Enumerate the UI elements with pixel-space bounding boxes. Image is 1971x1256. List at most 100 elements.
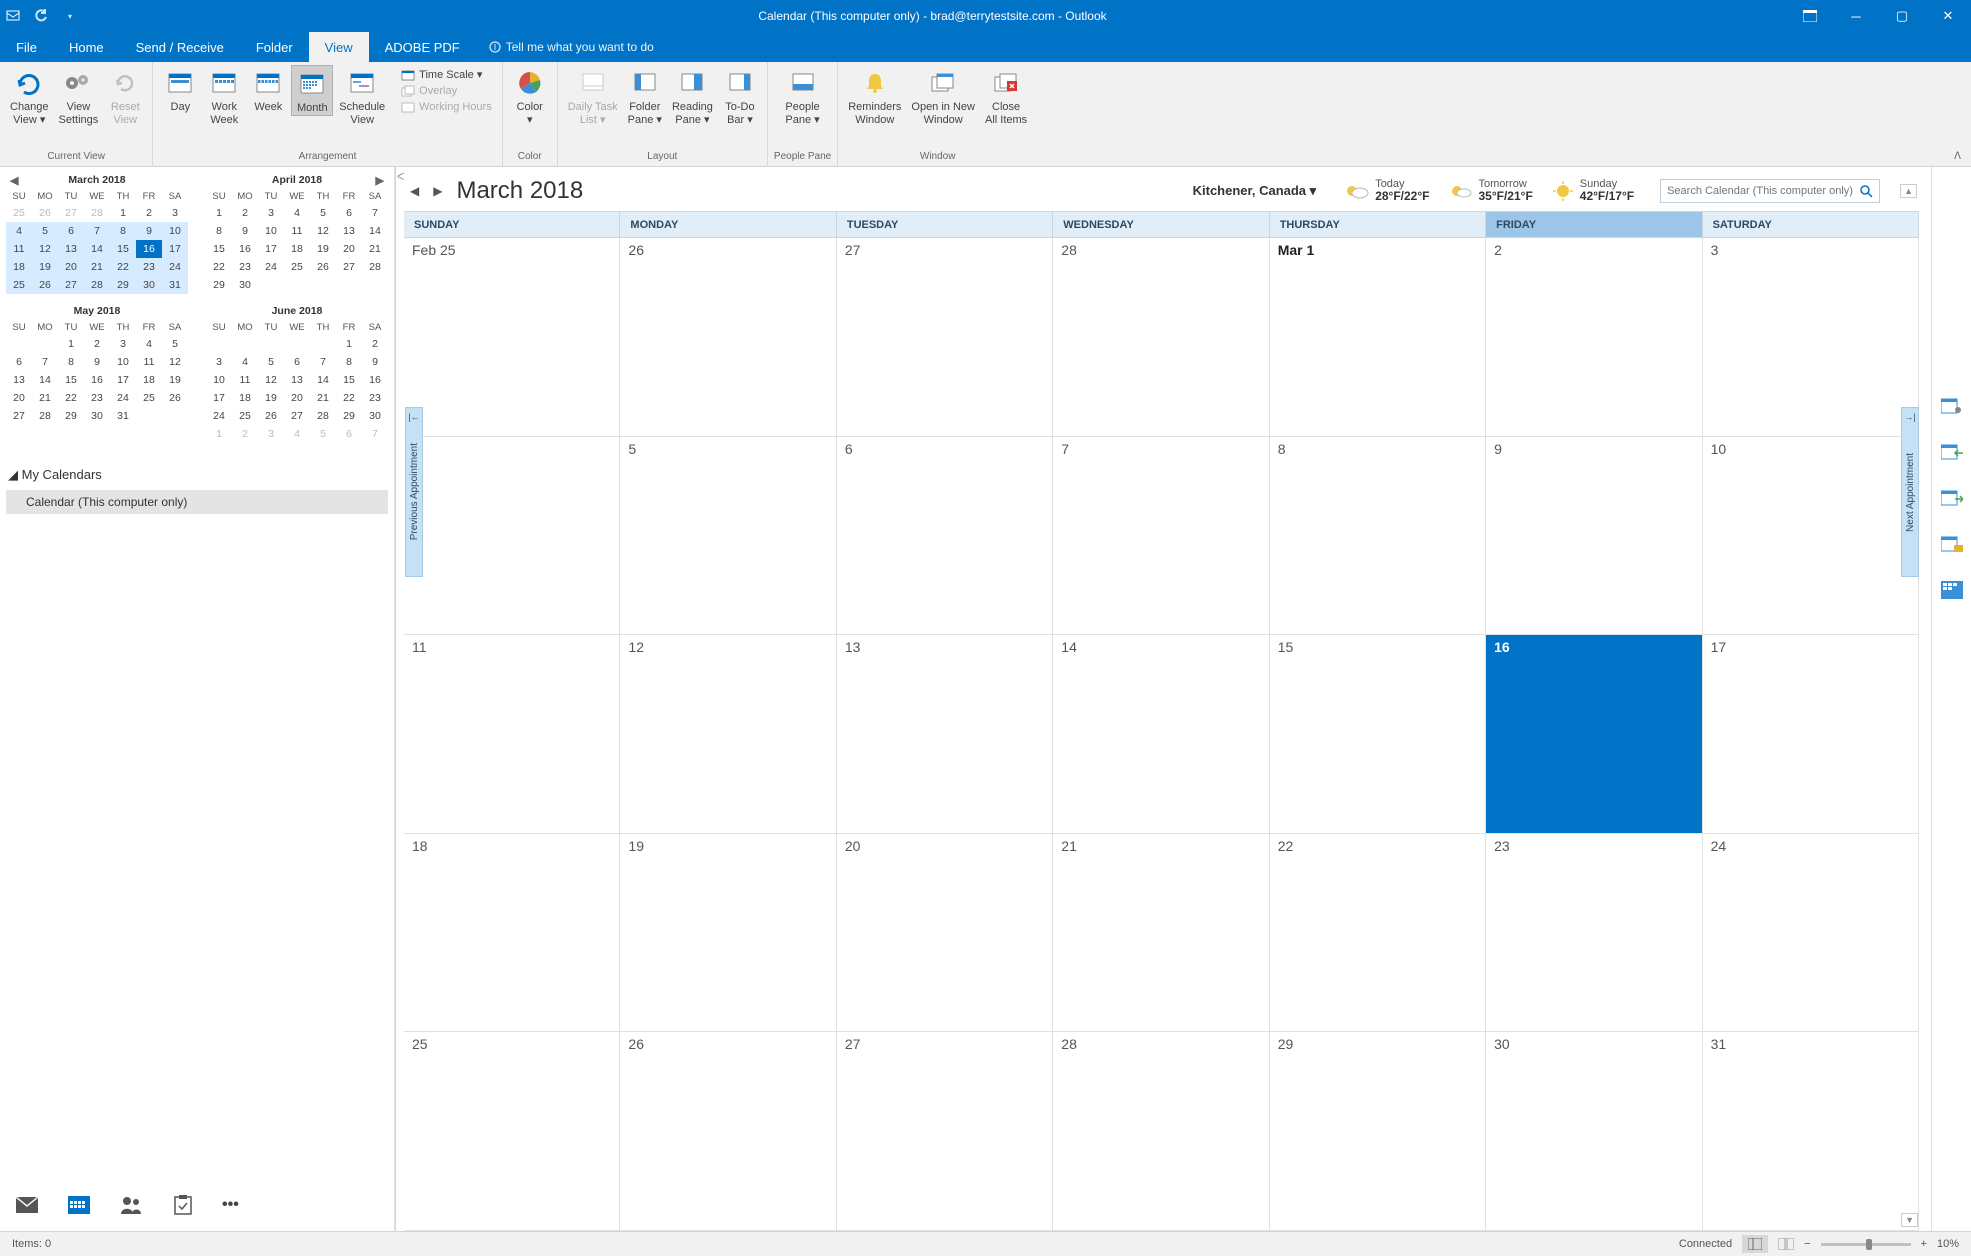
work-week-button[interactable]: WorkWeek (203, 65, 245, 126)
peek-schedule-icon[interactable] (1941, 581, 1963, 601)
view-settings-button[interactable]: ViewSettings (55, 65, 103, 126)
tell-me[interactable]: Tell me what you want to do (476, 32, 666, 62)
day-cell[interactable]: 17 (1703, 635, 1919, 834)
calendar-group-header[interactable]: ◢ My Calendars (6, 463, 388, 487)
tab-folder[interactable]: Folder (240, 32, 309, 62)
day-cell[interactable]: 7 (1053, 437, 1269, 636)
prev-month-icon[interactable]: ◀ (410, 184, 419, 198)
day-cell[interactable]: 9 (1486, 437, 1702, 636)
calendar-icon[interactable] (68, 1196, 90, 1214)
zoom-in-icon[interactable]: + (1921, 1238, 1927, 1250)
time-scale-button[interactable]: Time Scale ▾ (397, 67, 496, 82)
location-dropdown[interactable]: Kitchener, Canada ▾ (1193, 183, 1317, 199)
day-cell[interactable]: Feb 25 (404, 238, 620, 437)
weather-card[interactable]: Tomorrow35°F/21°F (1447, 178, 1532, 203)
people-icon[interactable] (120, 1196, 144, 1214)
folder-pane-button[interactable]: FolderPane ▾ (624, 65, 666, 126)
mini-calendar[interactable]: May 2018SUMOTUWETHFRSA123456789101112131… (6, 302, 188, 443)
change-view-button[interactable]: ChangeView ▾ (6, 65, 53, 126)
scroll-down-icon[interactable]: ▼ (1901, 1213, 1918, 1227)
schedule-view-button[interactable]: ScheduleView (335, 65, 389, 126)
week-button[interactable]: Week (247, 65, 289, 114)
minimize-icon[interactable]: ─ (1833, 0, 1879, 32)
daily-task-list-button[interactable]: Daily TaskList ▾ (564, 65, 622, 126)
day-cell[interactable]: 27 (837, 1032, 1053, 1231)
next-appointment-tab[interactable]: →| Next Appointment (1901, 407, 1919, 577)
day-cell[interactable]: 4 (404, 437, 620, 636)
todo-bar-button[interactable]: To-DoBar ▾ (719, 65, 761, 126)
day-cell[interactable]: 29 (1270, 1032, 1486, 1231)
close-icon[interactable]: ✕ (1925, 0, 1971, 32)
day-cell[interactable]: 2 (1486, 238, 1702, 437)
tab-send-receive[interactable]: Send / Receive (120, 32, 240, 62)
day-cell[interactable]: 8 (1270, 437, 1486, 636)
view-reading-icon[interactable] (1778, 1238, 1794, 1250)
reset-view-button[interactable]: ResetView (104, 65, 146, 126)
day-cell[interactable]: 19 (620, 834, 836, 1033)
day-cell[interactable]: 21 (1053, 834, 1269, 1033)
people-pane-button[interactable]: PeoplePane ▾ (781, 65, 823, 126)
undo-icon[interactable] (34, 8, 50, 24)
weather-card[interactable]: Sunday42°F/17°F (1551, 178, 1634, 203)
reading-pane-button[interactable]: ReadingPane ▾ (668, 65, 717, 126)
minical-prev-icon[interactable]: ◀ (10, 174, 18, 187)
mini-calendar[interactable]: April 2018▶SUMOTUWETHFRSA123456789101112… (206, 171, 388, 294)
close-all-items-button[interactable]: CloseAll Items (981, 65, 1031, 126)
day-cell[interactable]: 24 (1703, 834, 1919, 1033)
peek-calendar-people-icon[interactable] (1941, 397, 1963, 417)
month-button[interactable]: Month (291, 65, 333, 116)
next-month-icon[interactable]: ▶ (433, 184, 442, 198)
peek-next-icon[interactable] (1941, 489, 1963, 509)
maximize-icon[interactable]: ▢ (1879, 0, 1925, 32)
tab-home[interactable]: Home (53, 32, 120, 62)
day-cell[interactable]: 26 (620, 1032, 836, 1231)
minical-next-icon[interactable]: ▶ (376, 174, 384, 187)
search-icon[interactable] (1859, 184, 1873, 198)
collapse-ribbon-icon[interactable]: ᐱ (1954, 151, 1961, 162)
day-cell[interactable]: 5 (620, 437, 836, 636)
zoom-out-icon[interactable]: − (1804, 1238, 1810, 1250)
reminders-window-button[interactable]: RemindersWindow (844, 65, 905, 126)
day-cell[interactable]: 28 (1053, 1032, 1269, 1231)
open-new-window-button[interactable]: Open in NewWindow (907, 65, 979, 126)
day-cell[interactable]: 18 (404, 834, 620, 1033)
day-cell[interactable]: 30 (1486, 1032, 1702, 1231)
day-cell[interactable]: 13 (837, 635, 1053, 834)
tab-file[interactable]: File (0, 32, 53, 62)
tasks-icon[interactable] (174, 1195, 192, 1215)
day-cell[interactable]: 20 (837, 834, 1053, 1033)
day-cell[interactable]: 25 (404, 1032, 620, 1231)
day-cell[interactable]: 3 (1703, 238, 1919, 437)
day-cell[interactable]: 22 (1270, 834, 1486, 1033)
calendar-item[interactable]: Calendar (This computer only) (6, 490, 388, 514)
tab-view[interactable]: View (309, 32, 369, 62)
mini-calendar[interactable]: June 2018SUMOTUWETHFRSA12345678910111213… (206, 302, 388, 443)
day-cell[interactable]: 27 (837, 238, 1053, 437)
mini-calendar[interactable]: ◀March 2018SUMOTUWETHFRSA252627281234567… (6, 171, 188, 294)
peek-email-icon[interactable] (1941, 535, 1963, 555)
day-cell[interactable]: 12 (620, 635, 836, 834)
view-normal-icon[interactable] (1742, 1235, 1768, 1253)
day-cell[interactable]: 23 (1486, 834, 1702, 1033)
mail-icon[interactable] (16, 1197, 38, 1213)
ribbon-display-icon[interactable] (1787, 0, 1833, 32)
day-cell[interactable]: 28 (1053, 238, 1269, 437)
scroll-up-icon[interactable]: ▲ (1900, 184, 1917, 198)
tab-adobe-pdf[interactable]: ADOBE PDF (369, 32, 476, 62)
day-cell[interactable]: 26 (620, 238, 836, 437)
day-cell[interactable]: 11 (404, 635, 620, 834)
day-cell[interactable]: 10 (1703, 437, 1919, 636)
peek-prev-icon[interactable] (1941, 443, 1963, 463)
day-cell[interactable]: 14 (1053, 635, 1269, 834)
day-cell[interactable]: 15 (1270, 635, 1486, 834)
day-cell[interactable]: 31 (1703, 1032, 1919, 1231)
previous-appointment-tab[interactable]: |← Previous Appointment (405, 407, 423, 577)
more-icon[interactable]: ••• (222, 1196, 239, 1214)
day-cell[interactable]: Mar 1 (1270, 238, 1486, 437)
qat-dropdown-icon[interactable]: ▾ (62, 8, 78, 24)
day-cell[interactable]: 16 (1486, 635, 1702, 834)
day-cell[interactable]: 6 (837, 437, 1053, 636)
day-button[interactable]: Day (159, 65, 201, 114)
search-input[interactable] (1667, 185, 1859, 197)
color-button[interactable]: Color▾ (509, 65, 551, 126)
